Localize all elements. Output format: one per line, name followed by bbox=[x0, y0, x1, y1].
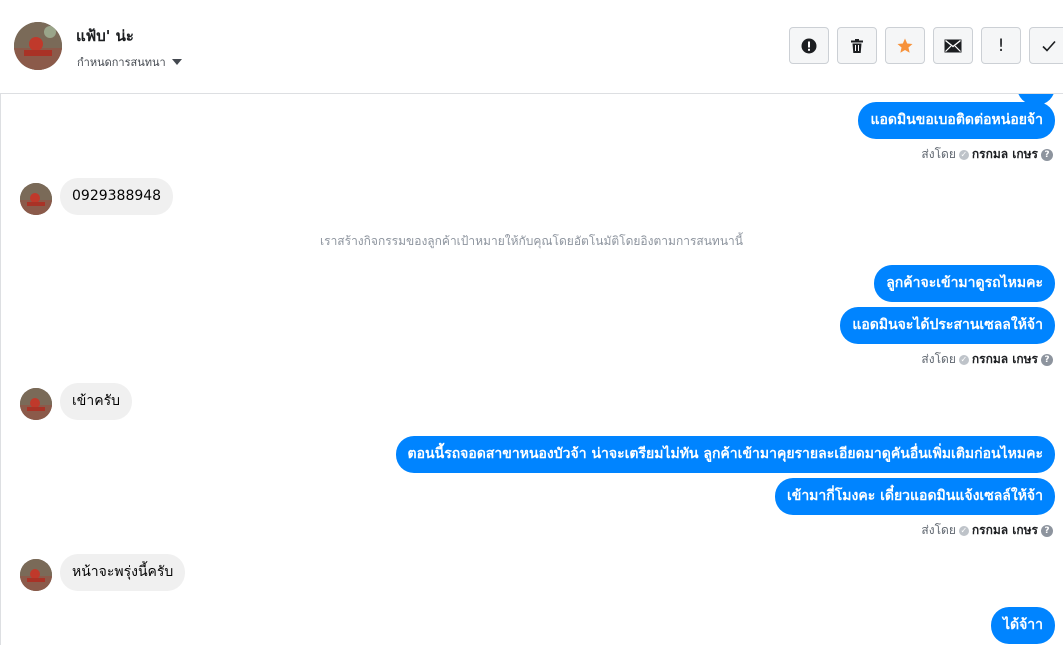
mark-done-button[interactable] bbox=[1029, 27, 1063, 64]
help-icon[interactable]: ? bbox=[1041, 353, 1053, 366]
avatar[interactable] bbox=[14, 22, 62, 70]
sent-by-prefix: ส่งโดย bbox=[921, 523, 956, 537]
delete-button[interactable] bbox=[837, 27, 877, 64]
message-bubble-incoming[interactable]: หน้าจะพรุ่งนี้ครับ bbox=[60, 554, 186, 591]
follow-up-button[interactable]: ! bbox=[981, 27, 1021, 64]
mark-unread-button[interactable] bbox=[933, 27, 973, 64]
caret-down-icon bbox=[171, 59, 182, 65]
avatar[interactable] bbox=[20, 183, 52, 215]
sent-by-label: ส่งโดย ✓ กรกมล เกษร ? bbox=[921, 145, 1053, 164]
message-bubble-outgoing[interactable]: ลูกค้าจะเข้ามาดูรถไหมคะ bbox=[874, 265, 1055, 302]
message-bubble-outgoing[interactable]: ได้จ้าา bbox=[990, 607, 1055, 644]
verified-icon: ✓ bbox=[958, 525, 969, 536]
message-bubble-outgoing[interactable]: แอดมินจะได้ประสานเซลลให้จ้า bbox=[840, 307, 1055, 344]
avatar[interactable] bbox=[20, 388, 52, 420]
message-bubble-incoming[interactable]: 0929388948 bbox=[60, 178, 174, 215]
help-icon[interactable]: ? bbox=[1041, 148, 1053, 161]
sent-by-prefix: ส่งโดย bbox=[921, 352, 956, 366]
help-icon[interactable]: ? bbox=[1041, 524, 1053, 537]
conversation-settings-dropdown[interactable]: กำหนดการสนทนา bbox=[77, 53, 182, 71]
report-spam-button[interactable] bbox=[789, 27, 829, 64]
sender-name: กรกมล เกษร bbox=[971, 147, 1038, 161]
system-note: เราสร้างกิจกรรมของลูกค้าเป้าหมายให้กับคุ… bbox=[320, 234, 743, 248]
sender-name: กรกมล เกษร bbox=[971, 352, 1038, 366]
sent-by-prefix: ส่งโดย bbox=[921, 147, 956, 161]
action-toolbar: ! bbox=[789, 27, 1063, 64]
avatar[interactable] bbox=[20, 559, 52, 591]
alert-circle-icon bbox=[801, 38, 817, 53]
verified-icon: ✓ bbox=[958, 354, 969, 365]
sender-name: กรกมล เกษร bbox=[971, 523, 1038, 537]
message-bubble-outgoing[interactable]: เข้ามากี่โมงคะ เดี๋ยวแอดมินแจ้งเซลล์ให้จ… bbox=[774, 478, 1055, 515]
star-button[interactable] bbox=[885, 27, 925, 64]
contact-name[interactable]: แฟ้บ' น่ะ bbox=[76, 24, 134, 48]
checkmark-icon bbox=[1042, 40, 1056, 52]
message-bubble-outgoing[interactable]: แอดมินขอเบอติดต่อหน่อยจ้า bbox=[858, 102, 1055, 139]
message-bubble-outgoing[interactable]: ตอนนี้รถจอดสาขาหนองบัวจ้า น่าจะเตรียมไม่… bbox=[395, 436, 1055, 473]
conversation-settings-label: กำหนดการสนทนา bbox=[77, 56, 166, 69]
message-bubble-incoming[interactable]: เข้าครับ bbox=[60, 383, 132, 420]
message-thread[interactable]: แอดมินขอเบอติดต่อหน่อยจ้า ส่งโดย ✓ กรกมล… bbox=[0, 94, 1063, 645]
sent-by-label: ส่งโดย ✓ กรกมล เกษร ? bbox=[921, 350, 1053, 369]
envelope-icon bbox=[944, 39, 962, 52]
conversation-header: แฟ้บ' น่ะ กำหนดการสนทนา ! bbox=[0, 0, 1063, 94]
verified-icon: ✓ bbox=[958, 149, 969, 160]
exclamation-icon: ! bbox=[997, 35, 1005, 56]
sent-by-label: ส่งโดย ✓ กรกมล เกษร ? bbox=[921, 521, 1053, 540]
star-icon bbox=[897, 38, 913, 53]
trash-icon bbox=[851, 38, 863, 53]
